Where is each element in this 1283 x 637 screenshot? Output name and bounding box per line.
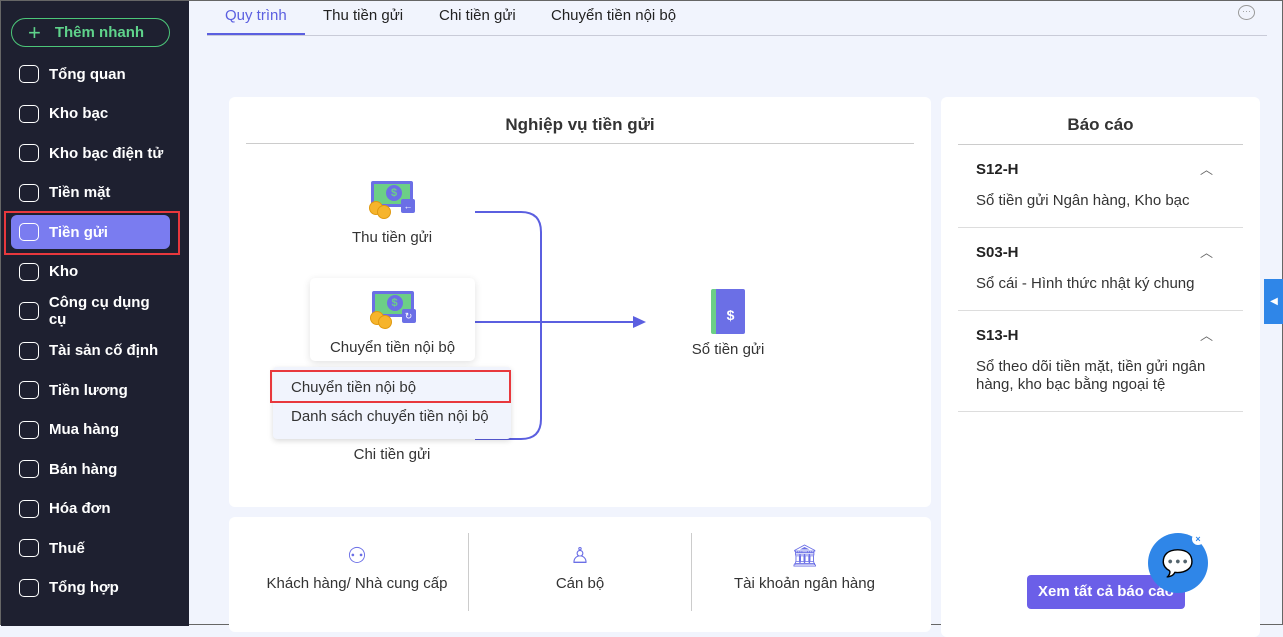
shortcut-bank-accounts[interactable]: 🏛 Tài khoản ngân hàng	[692, 517, 917, 626]
ledger-book-icon: $	[711, 289, 745, 334]
pay-node[interactable]: Chi tiền gửi	[331, 446, 453, 463]
collapse-panel-button[interactable]: ◀	[1264, 279, 1283, 324]
highlight-box	[270, 370, 511, 403]
menu-item-transfer-list[interactable]: Danh sách chuyển tiền nội bộ	[273, 404, 511, 429]
bank-icon: 🏛	[790, 543, 819, 568]
chevron-up-icon[interactable]: ︿	[1200, 325, 1213, 344]
shortcuts-card: ⚇ Khách hàng/ Nhà cung cấp ♙ Cán bộ 🏛 Tài k…	[229, 517, 931, 632]
chevron-up-icon[interactable]: ︿	[1200, 242, 1213, 261]
report-item[interactable]: S13-H ︿ Sổ theo dõi tiền mặt, tiền gửi ngâ…	[958, 311, 1243, 412]
chevron-up-icon[interactable]: ︿	[1200, 159, 1213, 178]
transfer-node[interactable]: $ ↻ Chuyển tiền nội bộ	[311, 289, 474, 356]
ledger-node[interactable]: $ Sổ tiền gửi	[681, 289, 775, 358]
close-chat-icon[interactable]: ×	[1192, 533, 1204, 545]
report-item[interactable]: S12-H ︿ Sổ tiền gửi Ngân hàng, Kho bạc	[958, 145, 1243, 228]
shortcut-customers[interactable]: ⚇ Khách hàng/ Nhà cung cấp	[249, 517, 465, 626]
reports-card: Báo cáo S12-H ︿ Sổ tiền gửi Ngân hàng, Kho…	[941, 97, 1260, 637]
user-add-icon: ♙	[570, 543, 590, 568]
shortcut-staff[interactable]: ♙ Cán bộ	[469, 517, 691, 626]
money-transfer-icon: $ ↻	[369, 289, 416, 329]
receive-node[interactable]: $ ← Thu tiền gửi	[331, 179, 453, 246]
users-icon: ⚇	[347, 543, 367, 568]
reports-title: Báo cáo	[958, 115, 1243, 145]
money-receive-icon: $ ←	[369, 179, 415, 219]
report-item[interactable]: S03-H ︿ Sổ cái - Hình thức nhật ký chung	[958, 228, 1243, 311]
